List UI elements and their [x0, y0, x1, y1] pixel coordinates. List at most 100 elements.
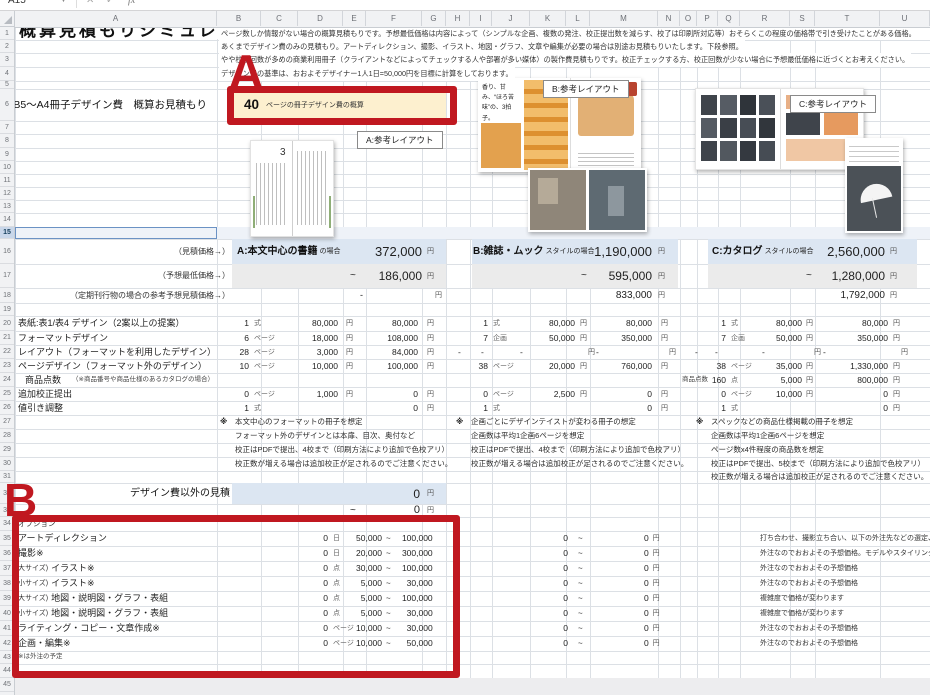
- row-header-14[interactable]: 14: [0, 213, 14, 227]
- row-header-10[interactable]: 10: [0, 161, 14, 174]
- sum-range-cell[interactable]: 0~0円: [532, 546, 660, 561]
- sum-range-cell[interactable]: 0~0円: [532, 576, 660, 591]
- sum-range-cell[interactable]: 0~0円: [532, 636, 660, 651]
- qty-cell[interactable]: 28ページ: [217, 345, 275, 359]
- row-header-4[interactable]: 4: [0, 67, 14, 81]
- sum-range-cell[interactable]: 0~0円: [532, 561, 660, 576]
- price-cell[interactable]: 1,000円: [276, 387, 353, 401]
- dash-cell[interactable]: -: [823, 345, 826, 359]
- column-header-u[interactable]: U: [880, 10, 930, 26]
- row-header-25[interactable]: 25: [0, 387, 14, 401]
- dash-cell[interactable]: -: [520, 345, 523, 359]
- periodical-c-value[interactable]: 1,792,000円: [799, 288, 897, 303]
- estimate-c-value[interactable]: 2,560,000円: [799, 239, 897, 264]
- qty-cell[interactable]: 1式: [217, 316, 261, 331]
- price-cell[interactable]: 20,000円: [508, 359, 587, 373]
- column-header-k[interactable]: K: [530, 10, 566, 26]
- minimum-b-value[interactable]: 595,000円: [566, 264, 665, 288]
- row-header-17[interactable]: 17: [0, 264, 14, 288]
- column-header-m[interactable]: M: [590, 10, 658, 26]
- row-header-22[interactable]: 22: [0, 345, 14, 359]
- other-estimate-value[interactable]: 0円: [350, 483, 434, 504]
- row-header-2[interactable]: 2: [0, 40, 14, 53]
- dash-cell[interactable]: -: [458, 345, 461, 359]
- row-header-24[interactable]: 24: [0, 373, 14, 387]
- column-header-i[interactable]: I: [470, 10, 492, 26]
- price-cell[interactable]: 18,000円: [276, 331, 353, 345]
- column-header-c[interactable]: C: [261, 10, 298, 26]
- sum-range-cell[interactable]: 0~0円: [532, 531, 660, 546]
- qty-cell[interactable]: 0ページ: [456, 387, 514, 401]
- row-header-19[interactable]: 19: [0, 303, 14, 316]
- qty-cell[interactable]: 1式: [217, 401, 261, 415]
- qty-cell[interactable]: 1式: [692, 316, 738, 331]
- price-cell[interactable]: 80,000円: [738, 316, 813, 331]
- row-header-6[interactable]: 6: [0, 89, 14, 121]
- row-header-30[interactable]: 30: [0, 457, 14, 471]
- selected-cell-a15[interactable]: [15, 227, 217, 239]
- name-box-dropdown-icon[interactable]: ▼: [60, 0, 67, 4]
- total-cell[interactable]: 80,000円: [352, 316, 434, 331]
- row-header-20[interactable]: 20: [0, 316, 14, 331]
- total-cell[interactable]: 1,330,000円: [824, 359, 900, 373]
- dash-cell[interactable]: -: [695, 345, 698, 359]
- row-header-12[interactable]: 12: [0, 187, 14, 200]
- periodical-b-value[interactable]: 833,000円: [566, 288, 665, 303]
- row-header-1[interactable]: 1: [0, 27, 14, 40]
- row-header-9[interactable]: 9: [0, 148, 14, 161]
- price-cell[interactable]: 3,000円: [276, 345, 353, 359]
- dash-cell[interactable]: -: [481, 345, 484, 359]
- total-cell[interactable]: 0円: [588, 387, 668, 401]
- column-header-p[interactable]: P: [697, 10, 718, 26]
- total-cell[interactable]: 80,000円: [824, 316, 900, 331]
- qty-cell[interactable]: 1式: [692, 401, 738, 415]
- qty-cell[interactable]: 6ページ: [217, 331, 275, 345]
- total-cell[interactable]: 760,000円: [588, 359, 668, 373]
- row-header-27[interactable]: 27: [0, 415, 14, 429]
- column-header-q[interactable]: Q: [718, 10, 740, 26]
- total-cell[interactable]: 350,000円: [588, 331, 668, 345]
- column-header-l[interactable]: L: [566, 10, 590, 26]
- total-cell[interactable]: 108,000円: [352, 331, 434, 345]
- periodical-a-value[interactable]: -: [360, 288, 363, 303]
- total-cell[interactable]: 0円: [588, 401, 668, 415]
- dash-cell[interactable]: -: [596, 345, 599, 359]
- row-header-3[interactable]: 3: [0, 53, 14, 67]
- row-header-11[interactable]: 11: [0, 174, 14, 187]
- qty-cell[interactable]: 1式: [456, 401, 500, 415]
- total-cell[interactable]: 84,000円: [352, 345, 434, 359]
- row-header-18[interactable]: 18: [0, 288, 14, 303]
- dash-cell[interactable]: -: [715, 345, 718, 359]
- sum-range-cell[interactable]: 0~0円: [532, 606, 660, 621]
- total-cell[interactable]: 0円: [824, 387, 900, 401]
- price-cell[interactable]: 10,000円: [738, 387, 813, 401]
- price-cell[interactable]: 80,000円: [508, 316, 587, 331]
- select-all-corner[interactable]: [0, 10, 15, 27]
- total-cell[interactable]: 100,000円: [352, 359, 434, 373]
- estimate-a-value[interactable]: 372,000円: [336, 239, 434, 264]
- row-header-26[interactable]: 26: [0, 401, 14, 415]
- dash-cell[interactable]: -: [762, 345, 765, 359]
- column-header-t[interactable]: T: [815, 10, 880, 26]
- price-cell[interactable]: 35,000円: [738, 359, 813, 373]
- row-header-29[interactable]: 29: [0, 443, 14, 457]
- column-header-o[interactable]: O: [680, 10, 697, 26]
- column-header-g[interactable]: G: [422, 10, 446, 26]
- qty-cell[interactable]: 38ページ: [456, 359, 514, 373]
- column-header-s[interactable]: S: [790, 10, 815, 26]
- price-cell[interactable]: 50,000円: [738, 331, 813, 345]
- name-box[interactable]: A15: [8, 0, 26, 6]
- price-cell[interactable]: 80,000円: [276, 316, 353, 331]
- estimate-b-value[interactable]: 1,190,000円: [566, 239, 665, 264]
- column-header-j[interactable]: J: [492, 10, 530, 26]
- qty-cell[interactable]: 1式: [456, 316, 500, 331]
- price-cell[interactable]: 5,000円: [738, 373, 813, 387]
- row-header-23[interactable]: 23: [0, 359, 14, 373]
- total-cell[interactable]: 0円: [352, 401, 434, 415]
- qty-cell[interactable]: 7企画: [456, 331, 507, 345]
- qty-cell[interactable]: 0ページ: [217, 387, 275, 401]
- column-header-d[interactable]: D: [298, 10, 343, 26]
- row-header-45[interactable]: 45: [0, 678, 14, 692]
- price-cell[interactable]: 2,500円: [508, 387, 587, 401]
- confirm-icon[interactable]: ✓: [106, 0, 114, 6]
